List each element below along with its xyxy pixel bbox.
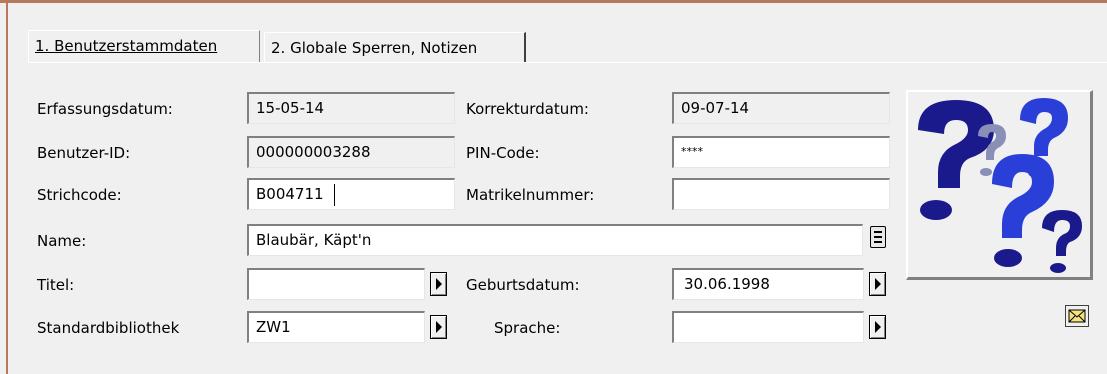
sprache-arrow-icon[interactable] <box>869 315 886 339</box>
strichcode-field[interactable]: B004711 <box>247 178 455 210</box>
tab-benutzerstammdaten[interactable]: 1. Benutzerstammdaten <box>28 30 260 62</box>
erfassungsdatum-label: Erfassungsdatum: <box>37 100 173 118</box>
benutzer-id-field: 000000003288 <box>247 136 455 168</box>
erfassungsdatum-field: 15-05-14 <box>247 92 455 124</box>
mail-button[interactable] <box>1065 305 1089 327</box>
tab-divider <box>28 62 1107 63</box>
geburtsdatum-arrow-icon[interactable] <box>869 272 886 296</box>
geburtsdatum-field[interactable]: 30.06.1998 <box>672 268 864 300</box>
standardbibliothek-arrow-icon[interactable] <box>430 315 447 339</box>
tab-label: 2. Globale Sperren, Notizen <box>271 39 478 57</box>
sprache-label: Sprache: <box>494 319 561 337</box>
pin-code-field[interactable]: **** <box>672 136 890 168</box>
standardbibliothek-label: Standardbibliothek <box>37 319 180 337</box>
name-label: Name: <box>37 232 87 250</box>
tab-globale-sperren[interactable]: 2. Globale Sperren, Notizen <box>264 32 526 62</box>
sprache-field[interactable] <box>672 311 864 343</box>
question-marks-icon <box>918 98 1082 273</box>
name-field[interactable]: Blaubär, Käpt'n <box>247 224 863 256</box>
korrekturdatum-label: Korrekturdatum: <box>466 100 589 118</box>
user-photo-frame[interactable] <box>906 90 1093 280</box>
pin-code-label: PIN-Code: <box>466 144 540 162</box>
envelope-icon <box>1068 309 1086 323</box>
strichcode-label: Strichcode: <box>37 186 122 204</box>
text-caret <box>334 184 335 206</box>
standardbibliothek-field[interactable]: ZW1 <box>247 311 425 343</box>
titel-label: Titel: <box>37 276 75 294</box>
matrikelnummer-field[interactable] <box>672 178 890 210</box>
strichcode-value: B004711 <box>256 185 324 203</box>
matrikelnummer-label: Matrikelnummer: <box>466 186 595 204</box>
korrekturdatum-field: 09-07-14 <box>672 92 890 124</box>
name-list-icon[interactable] <box>870 226 886 248</box>
geburtsdatum-label: Geburtsdatum: <box>466 276 580 294</box>
benutzer-id-label: Benutzer-ID: <box>37 144 131 162</box>
tab-label: 1. Benutzerstammdaten <box>35 37 218 55</box>
titel-arrow-icon[interactable] <box>430 272 447 296</box>
titel-field[interactable] <box>247 268 425 300</box>
